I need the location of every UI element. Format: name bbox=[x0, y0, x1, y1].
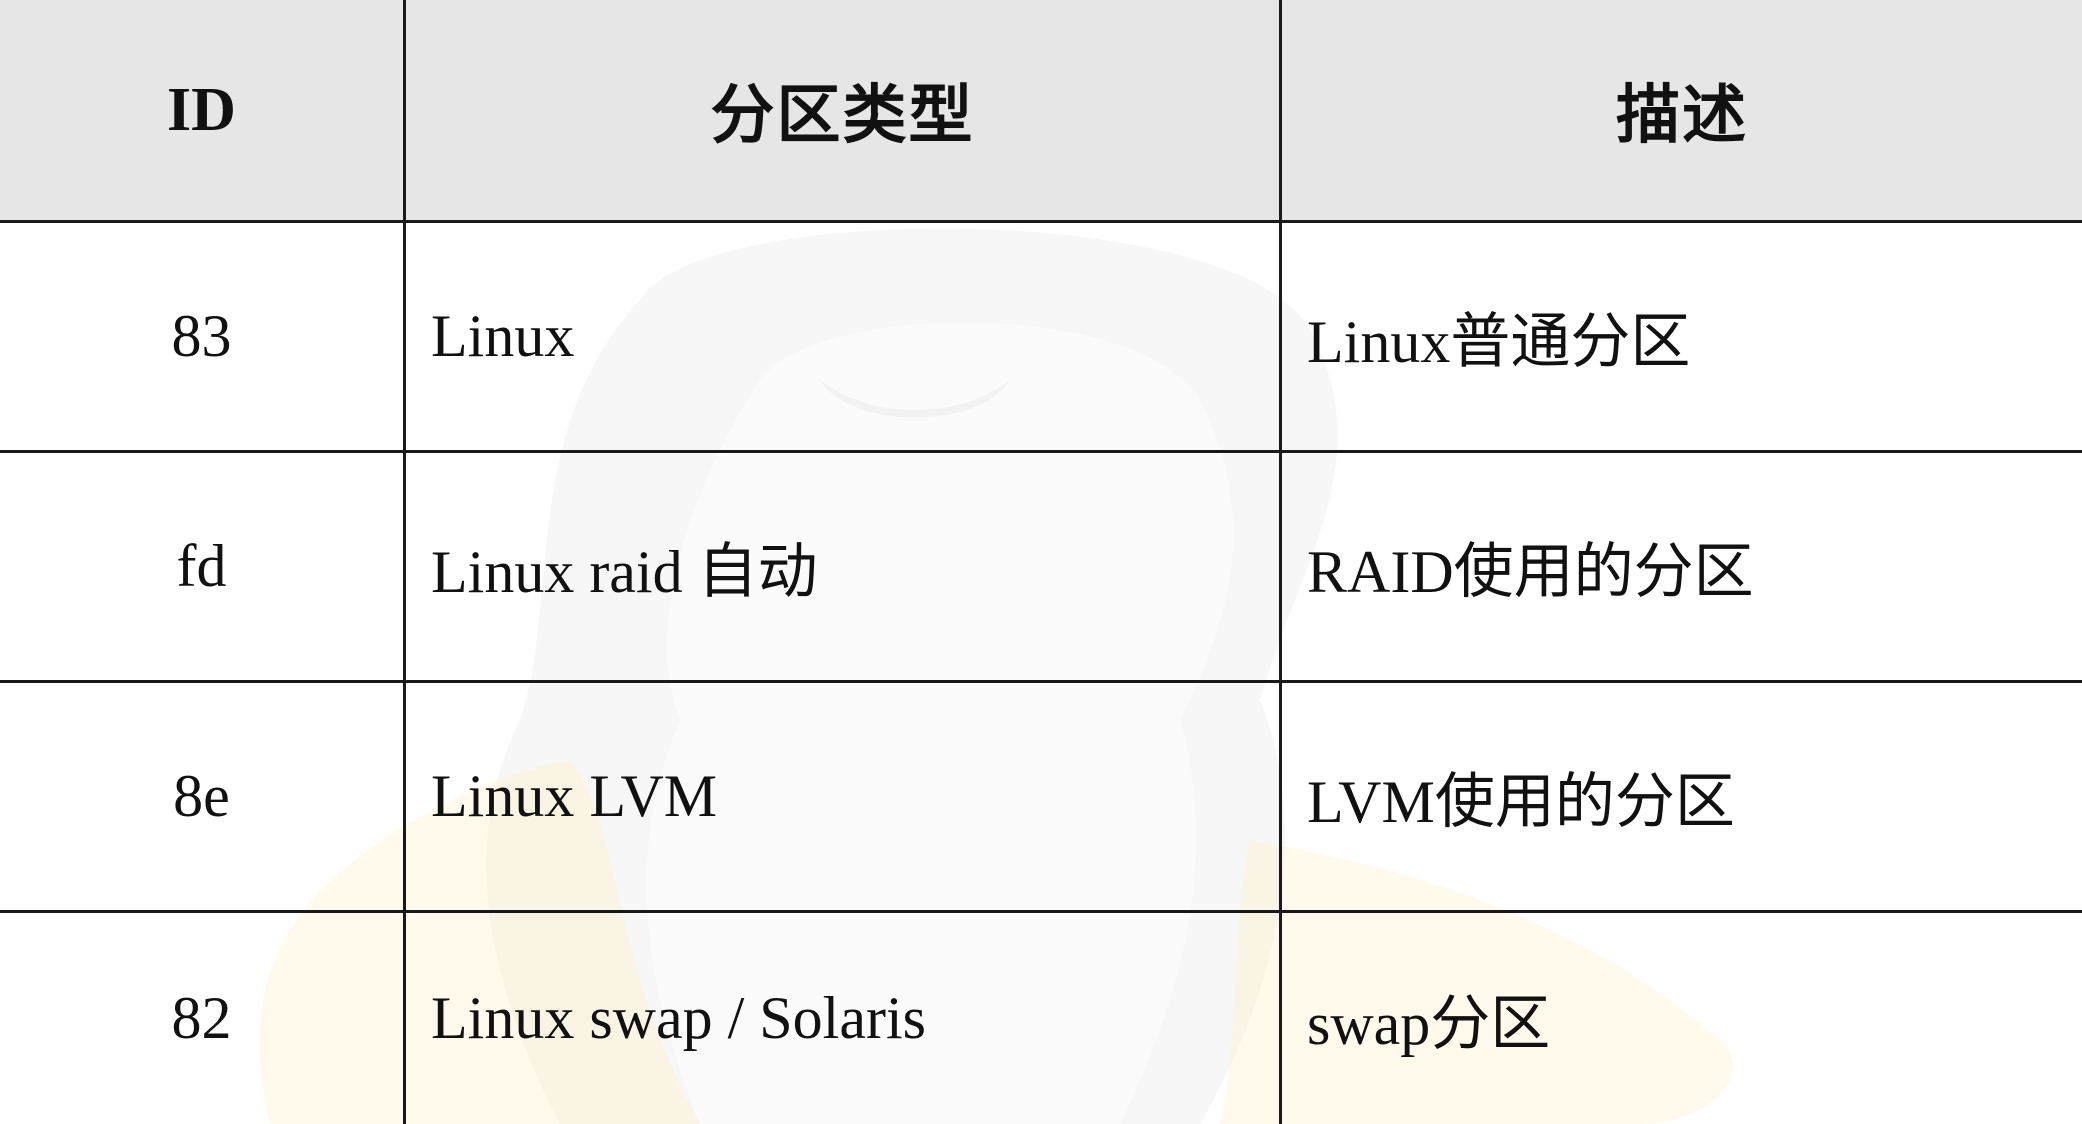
page: ID 分区类型 描述 83 Linux Linux普通分区 fd Linux r… bbox=[0, 0, 2082, 1124]
row-4-id: 82 bbox=[0, 913, 406, 1124]
header-description: 描述 bbox=[1282, 0, 2082, 223]
row-1-id: 83 bbox=[0, 223, 406, 453]
row-3-id: 8e bbox=[0, 683, 406, 913]
row-4-description: swap分区 bbox=[1282, 913, 2082, 1124]
partition-type-table: ID 分区类型 描述 83 Linux Linux普通分区 fd Linux r… bbox=[0, 0, 2082, 1124]
row-1-description: Linux普通分区 bbox=[1282, 223, 2082, 453]
row-3-type: Linux LVM bbox=[406, 683, 1282, 913]
row-1-type: Linux bbox=[406, 223, 1282, 453]
header-partition-type: 分区类型 bbox=[406, 0, 1282, 223]
header-id: ID bbox=[0, 0, 406, 223]
row-2-id: fd bbox=[0, 453, 406, 683]
row-3-description: LVM使用的分区 bbox=[1282, 683, 2082, 913]
row-2-type: Linux raid 自动 bbox=[406, 453, 1282, 683]
row-2-description: RAID使用的分区 bbox=[1282, 453, 2082, 683]
row-4-type: Linux swap / Solaris bbox=[406, 913, 1282, 1124]
